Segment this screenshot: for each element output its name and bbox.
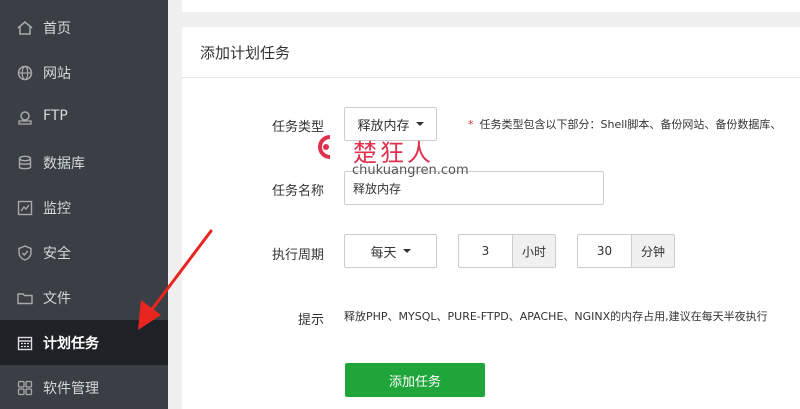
sidebar-item-label: 网站 bbox=[43, 66, 71, 82]
tip-text: 释放PHP、MYSQL、PURE-FTPD、APACHE、NGINX的内存占用,… bbox=[344, 310, 768, 323]
watermark-url: chukuangren.com bbox=[352, 163, 469, 178]
minute-input[interactable]: 30 bbox=[577, 234, 631, 268]
calendar-icon bbox=[17, 336, 33, 351]
hour-input-group: 3 小时 bbox=[458, 234, 556, 268]
sidebar-item-cron[interactable]: 计划任务 bbox=[0, 320, 168, 365]
folder-icon bbox=[17, 293, 33, 305]
task-type-hint-text: 任务类型包含以下部分：Shell脚本、备份网站、备份数据库、 bbox=[479, 118, 782, 131]
monitor-icon bbox=[17, 200, 33, 216]
minute-unit-addon: 分钟 bbox=[631, 234, 675, 268]
add-cron-task-panel: 添加计划任务 任务类型 释放内存 * 任务类型包含以下部分：Shell脚本、备份网… bbox=[182, 27, 800, 409]
sidebar-item-software[interactable]: 软件管理 bbox=[0, 365, 168, 409]
sidebar-item-label: FTP bbox=[43, 108, 68, 124]
required-star: * bbox=[468, 118, 474, 131]
previous-panel-edge bbox=[182, 0, 800, 12]
panel-title: 添加计划任务 bbox=[200, 44, 291, 62]
ftp-icon bbox=[18, 111, 32, 125]
shield-icon bbox=[18, 245, 32, 261]
sidebar-item-label: 安全 bbox=[43, 246, 71, 262]
home-icon bbox=[17, 21, 33, 35]
sidebar-item-ftp[interactable]: FTP bbox=[0, 95, 168, 140]
sidebar-item-home[interactable]: 首页 bbox=[0, 5, 168, 50]
sidebar: 首页 网站 FTP 数据库 监控 安全 文件 计划任务 软件管理 bbox=[0, 0, 168, 409]
grid-icon bbox=[17, 380, 33, 396]
task-name-label: 任务名称 bbox=[271, 184, 324, 199]
task-type-hint: * 任务类型包含以下部分：Shell脚本、备份网站、备份数据库、 bbox=[468, 116, 781, 132]
sidebar-item-label: 首页 bbox=[43, 21, 71, 37]
sidebar-item-files[interactable]: 文件 bbox=[0, 275, 168, 320]
period-label: 执行周期 bbox=[271, 248, 324, 263]
sidebar-item-label: 监控 bbox=[43, 201, 71, 217]
add-task-button[interactable]: 添加任务 bbox=[345, 363, 485, 397]
minute-input-group: 30 分钟 bbox=[577, 234, 675, 268]
sidebar-item-website[interactable]: 网站 bbox=[0, 50, 168, 95]
sidebar-item-monitor[interactable]: 监控 bbox=[0, 185, 168, 230]
panel-divider bbox=[182, 77, 800, 78]
globe-icon bbox=[17, 65, 33, 81]
task-type-value: 释放内存 bbox=[357, 118, 410, 134]
period-frequency-value: 每天 bbox=[370, 245, 397, 261]
database-icon bbox=[18, 155, 32, 170]
tip-label: 提示 bbox=[297, 313, 324, 328]
hour-unit-addon: 小时 bbox=[512, 234, 556, 268]
sidebar-item-label: 文件 bbox=[43, 291, 71, 307]
sidebar-item-label: 数据库 bbox=[43, 156, 85, 172]
sidebar-item-label: 软件管理 bbox=[43, 381, 99, 397]
hour-input[interactable]: 3 bbox=[458, 234, 512, 268]
sidebar-item-label: 计划任务 bbox=[43, 336, 99, 352]
caret-down-icon bbox=[402, 249, 411, 253]
caret-down-icon bbox=[415, 122, 424, 126]
sidebar-item-security[interactable]: 安全 bbox=[0, 230, 168, 275]
sidebar-item-database[interactable]: 数据库 bbox=[0, 140, 168, 185]
watermark-logo-icon bbox=[318, 135, 331, 159]
period-frequency-dropdown[interactable]: 每天 bbox=[344, 234, 437, 268]
